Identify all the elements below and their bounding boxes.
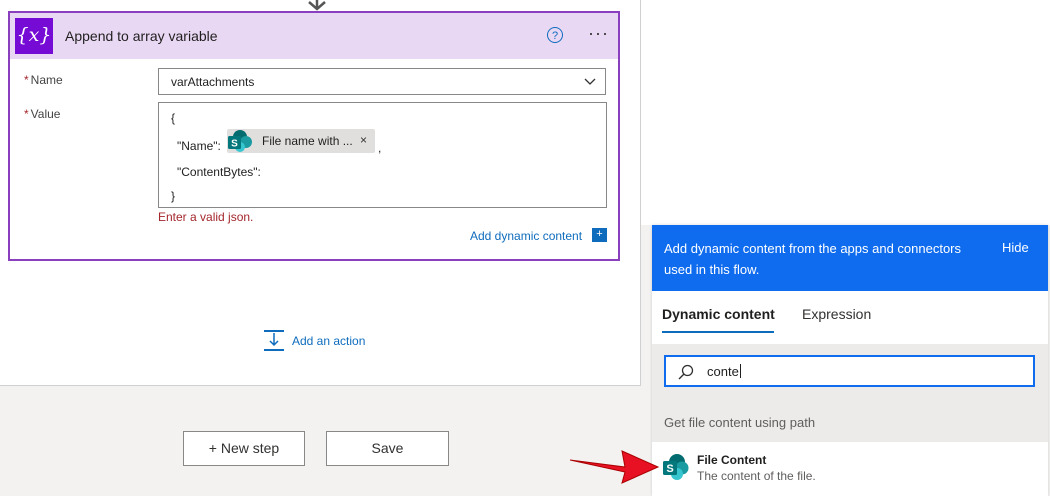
search-area: conte — [652, 344, 1048, 404]
panel-header-text: Add dynamic content from the apps and co… — [664, 241, 962, 277]
tab-expression[interactable]: Expression — [802, 306, 871, 322]
json-open-brace: { — [171, 111, 176, 125]
svg-text:S: S — [231, 139, 238, 150]
add-action-link[interactable]: Add an action — [292, 334, 365, 348]
tab-dynamic-content[interactable]: Dynamic content — [662, 306, 775, 322]
save-button[interactable]: Save — [326, 431, 449, 466]
search-input[interactable]: conte — [664, 355, 1035, 387]
search-input-value: conte — [707, 364, 739, 379]
name-select[interactable]: varAttachments — [158, 68, 606, 95]
token-remove-icon[interactable]: × — [360, 133, 367, 147]
new-step-button[interactable]: + New step — [183, 431, 305, 466]
value-label-text: Value — [30, 107, 61, 121]
json-error-message: Enter a valid json. — [158, 210, 254, 224]
append-array-action-card[interactable]: {x} Append to array variable ? ··· * Name… — [8, 11, 620, 261]
dynamic-token-file-name[interactable]: S File name with ... × — [227, 129, 375, 153]
variable-icon: {x} — [15, 18, 53, 54]
value-input[interactable]: { "Name": S File name with ... × , "Cont… — [158, 102, 607, 208]
required-mark: * — [24, 73, 29, 87]
dynamic-item-file-content[interactable]: S File Content The content of the file. — [652, 445, 1048, 491]
card-header[interactable]: {x} Append to array variable ? ··· — [10, 13, 618, 59]
json-contentbytes-key: "ContentBytes": — [177, 165, 261, 179]
card-title[interactable]: Append to array variable — [65, 28, 218, 44]
add-dynamic-content-icon[interactable]: + — [592, 228, 607, 242]
red-pointer-arrow-icon — [570, 450, 660, 484]
search-icon — [678, 364, 694, 380]
json-name-key: "Name": — [177, 139, 221, 153]
required-mark: * — [24, 107, 29, 121]
dynamic-content-panel: Add dynamic content from the apps and co… — [652, 225, 1048, 496]
text-caret — [739, 364, 741, 378]
json-comma: , — [378, 141, 382, 155]
group-header: Get file content using path — [652, 404, 1048, 442]
add-dynamic-content-link[interactable]: Add dynamic content — [470, 229, 582, 243]
name-label-text: Name — [30, 73, 63, 87]
more-options-icon[interactable]: ··· — [588, 23, 609, 43]
value-label: * Value — [24, 107, 60, 121]
sharepoint-icon: S — [663, 454, 689, 480]
item-description: The content of the file. — [697, 469, 816, 483]
name-label: * Name — [24, 73, 63, 87]
active-tab-indicator — [662, 331, 774, 333]
group-label: Get file content using path — [664, 415, 816, 430]
sharepoint-icon: S — [228, 130, 252, 152]
canvas-right-area — [641, 0, 1050, 225]
panel-header: Add dynamic content from the apps and co… — [652, 225, 1048, 291]
help-icon[interactable]: ? — [547, 27, 563, 43]
svg-text:S: S — [666, 463, 673, 475]
hide-link[interactable]: Hide — [1002, 240, 1029, 255]
add-action-icon[interactable] — [263, 330, 285, 352]
chevron-down-icon — [584, 78, 596, 85]
item-title: File Content — [697, 453, 767, 467]
name-select-value: varAttachments — [171, 75, 255, 89]
token-label: File name with ... — [262, 134, 353, 148]
json-close-brace: } — [171, 189, 176, 203]
